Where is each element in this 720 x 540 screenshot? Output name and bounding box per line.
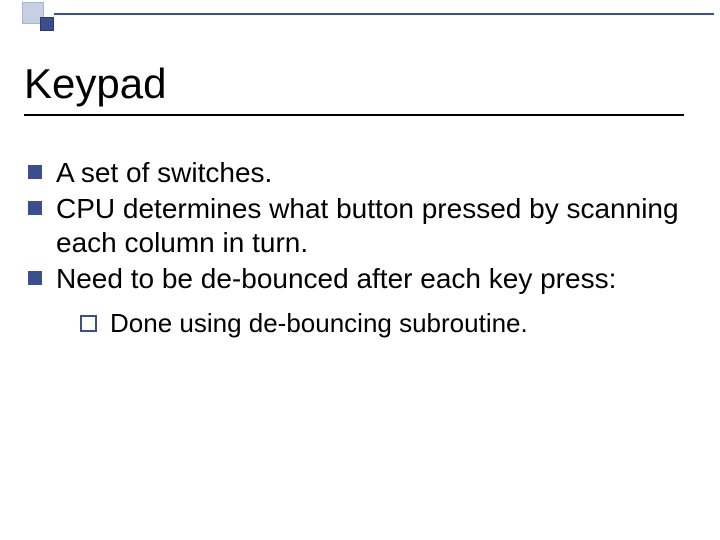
- list-item: Need to be de-bounced after each key pre…: [24, 262, 696, 339]
- slide-decoration: [0, 0, 720, 50]
- list-item: CPU determines what button pressed by sc…: [24, 192, 696, 260]
- bullet-list: A set of switches. CPU determines what b…: [24, 156, 696, 339]
- slide-content: Keypad A set of switches. CPU determines…: [24, 60, 696, 341]
- list-item: A set of switches.: [24, 156, 696, 190]
- slide-title: Keypad: [24, 60, 696, 108]
- list-item-text: A set of switches.: [56, 157, 272, 188]
- deco-square-small: [40, 17, 54, 31]
- sub-list-item: Done using de-bouncing subroutine.: [76, 307, 696, 340]
- list-item-text: Need to be de-bounced after each key pre…: [56, 263, 616, 294]
- list-item-text: CPU determines what button pressed by sc…: [56, 193, 679, 258]
- sub-list-item-text: Done using de-bouncing subroutine.: [110, 308, 528, 338]
- sub-bullet-list: Done using de-bouncing subroutine.: [56, 307, 696, 340]
- title-underline: [24, 114, 684, 116]
- deco-top-line: [54, 13, 714, 15]
